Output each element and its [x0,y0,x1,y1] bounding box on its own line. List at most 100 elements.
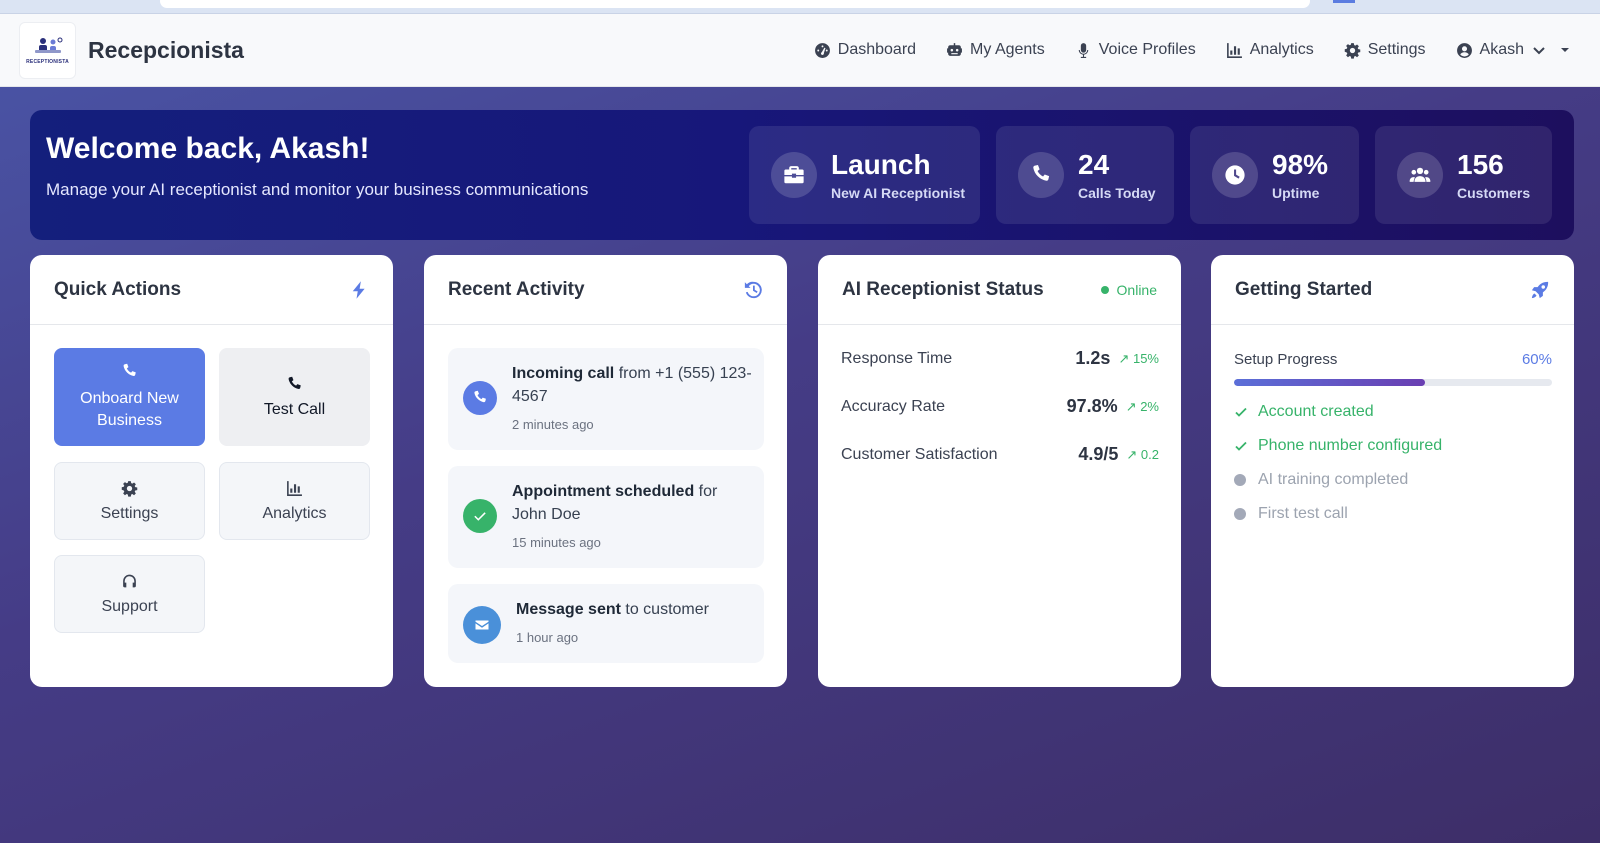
chevron-down-icon [1533,47,1545,55]
button-label: Onboard New Business [80,389,179,429]
welcome-banner: Welcome back, Akash! Manage your AI rece… [30,110,1574,240]
stat-value: 24 [1078,149,1110,180]
phone-icon [463,381,497,415]
step-account-created: Account created [1234,403,1374,421]
envelope-icon [463,606,501,644]
activity-text: Appointment scheduled for John Doe [512,480,752,526]
nav-settings[interactable]: Settings [1344,41,1426,59]
activity-title: Message sent [516,601,621,618]
browser-chrome [0,0,1600,14]
gauge-icon [814,42,830,58]
welcome-subtitle: Manage your AI receptionist and monitor … [46,180,589,199]
activity-time: 1 hour ago [516,630,579,645]
stat-uptime: 98% Uptime [1190,126,1359,224]
metric-delta-value: 0.2 [1140,446,1159,462]
activity-text: Incoming call from +1 (555) 123-4567 [512,362,752,408]
check-icon [1235,407,1247,417]
address-bar[interactable] [160,0,1310,8]
welcome-title: Welcome back, Akash! [46,132,370,165]
metric-value: 4.9/5 [1078,444,1119,464]
stat-label: Uptime [1272,185,1320,201]
metric-label: Response Time [841,349,953,367]
online-status-badge: Online [1100,282,1157,298]
activity-time: 15 minutes ago [512,535,601,550]
user-circle-icon [1456,42,1472,58]
browser-tab-indicator [1333,0,1355,3]
rocket-icon [1531,281,1549,298]
activity-time: 2 minutes ago [512,417,594,432]
stat-calls-today: 24 Calls Today [996,126,1174,224]
metric-delta: ↗ 0.2 [1126,446,1159,462]
quick-actions-card: Quick Actions Onboard New Business Test … [30,255,393,687]
activity-text: Message sent to customer [516,598,756,621]
clock-icon [1212,152,1258,198]
history-icon [744,281,762,298]
briefcase-icon [771,152,817,198]
stat-customers: 156 Customers [1375,126,1552,224]
metric-value: 97.8% [1066,396,1118,416]
support-button[interactable]: Support [54,555,205,633]
activity-item[interactable]: Appointment scheduled for John Doe 15 mi… [448,466,764,568]
nav-analytics[interactable]: Analytics [1226,41,1314,59]
progress-bar-fill [1234,379,1425,386]
caret-down-icon [1561,48,1569,52]
metric-response-time: Response Time 1.2s ↗ 15% [841,348,1159,369]
metric-accuracy-rate: Accuracy Rate 97.8% ↗ 2% [841,396,1159,417]
card-title: AI Receptionist Status [842,278,1044,300]
people-logo-icon [34,37,62,53]
user-menu[interactable]: Akash [1456,41,1570,59]
analytics-button[interactable]: Analytics [219,462,370,540]
activity-item[interactable]: Message sent to customer 1 hour ago [448,584,764,663]
microphone-icon [1078,42,1089,58]
nav-label: Dashboard [837,41,917,58]
metric-delta: ↗ 2% [1125,398,1159,414]
metric-delta-value: 2% [1140,398,1159,414]
step-phone-configured: Phone number configured [1234,437,1442,455]
card-header: AI Receptionist Status Online [818,255,1181,325]
nav-dashboard[interactable]: Dashboard [814,41,916,59]
pending-dot [1234,474,1246,486]
settings-button[interactable]: Settings [54,462,205,540]
setup-progress-row: Setup Progress 60% [1234,351,1552,368]
phone-icon [288,376,301,389]
stat-launch[interactable]: Launch New AI Receptionist [749,126,980,224]
progress-value: 60% [1521,351,1552,368]
nav-my-agents[interactable]: My Agents [946,41,1045,59]
nav-label: Analytics [1249,41,1314,58]
gear-icon [1344,42,1360,59]
app-logo: RECEPTIONISTA [19,21,76,79]
phone-icon [123,363,136,376]
onboard-new-business-button[interactable]: Onboard New Business [54,348,205,446]
step-label: AI training completed [1258,471,1409,488]
top-navbar: RECEPTIONISTA Recepcionista Dashboard My… [0,14,1600,87]
card-header: Getting Started [1211,255,1574,325]
bar-chart-icon [1226,42,1242,58]
bolt-icon [352,280,365,299]
pending-dot [1234,508,1246,520]
step-label: First test call [1258,505,1348,522]
users-icon [1397,152,1443,198]
activity-item[interactable]: Incoming call from +1 (555) 123-4567 2 m… [448,348,764,450]
main-nav: Dashboard My Agents Voice Profiles Analy… [784,41,1570,59]
brand[interactable]: RECEPTIONISTA Recepcionista [19,21,244,79]
step-first-test-call: First test call [1234,505,1348,523]
test-call-button[interactable]: Test Call [219,348,370,446]
ai-status-card: AI Receptionist Status Online Response T… [818,255,1181,687]
nav-label: Voice Profiles [1098,41,1196,58]
nav-label: Settings [1367,41,1426,58]
metric-customer-satisfaction: Customer Satisfaction 4.9/5 ↗ 0.2 [841,444,1159,465]
metric-delta-value: 15% [1132,350,1159,366]
progress-bar [1234,379,1552,386]
stat-value: 156 [1457,149,1504,180]
check-icon [463,499,497,533]
activity-detail: to customer [620,601,709,618]
activity-title: Appointment scheduled [512,483,695,500]
status-dot [1100,285,1109,294]
nav-label: My Agents [970,41,1045,58]
card-header: Recent Activity [424,255,787,325]
bar-chart-icon [287,480,302,496]
button-label: Support [101,597,158,615]
nav-voice-profiles[interactable]: Voice Profiles [1075,41,1196,59]
card-title: Getting Started [1235,278,1373,300]
button-label: Test Call [263,400,326,418]
